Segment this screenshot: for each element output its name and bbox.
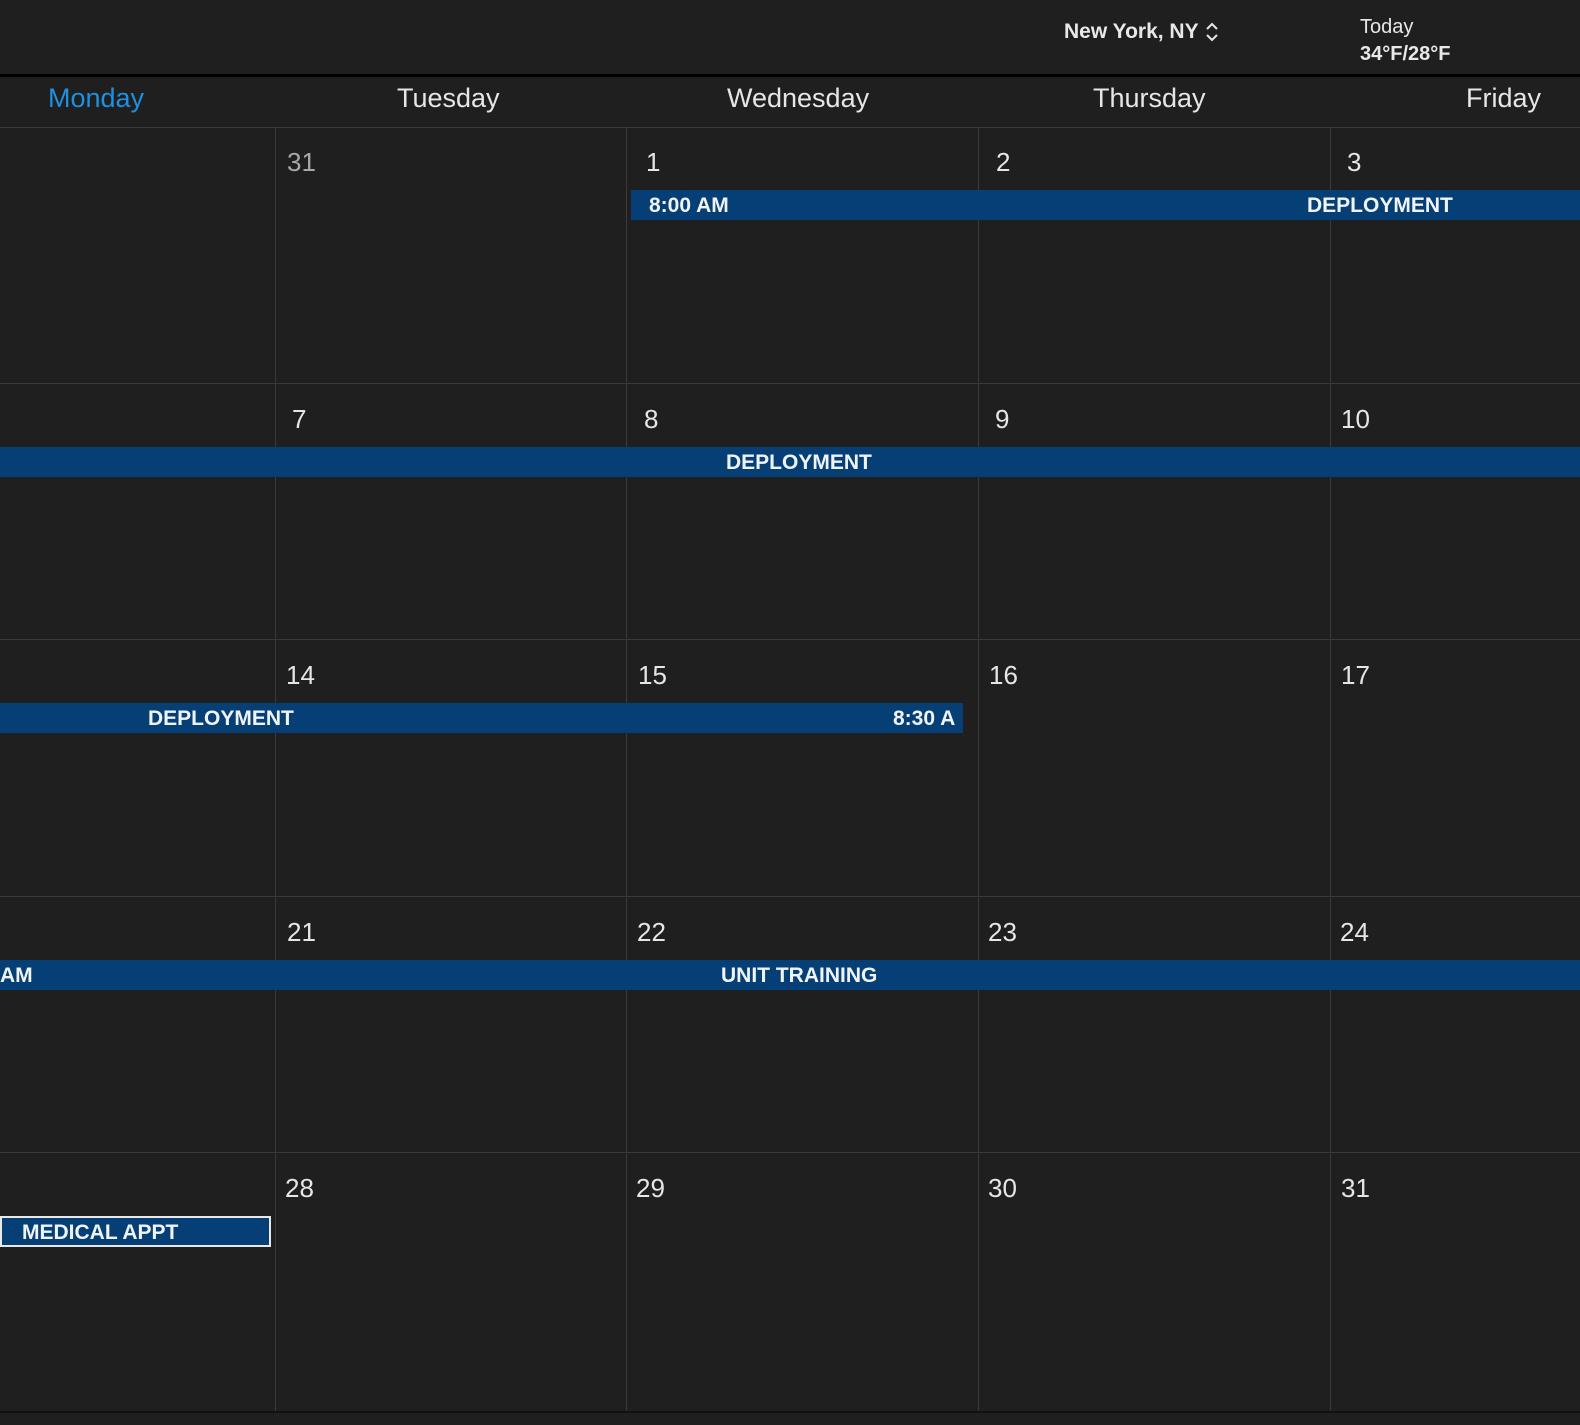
day-number[interactable]: 28 <box>285 1173 314 1204</box>
day-number[interactable]: 29 <box>636 1173 665 1204</box>
event-time: AM <box>0 964 33 987</box>
event-time: 8:30 A <box>893 707 956 730</box>
up-down-chevron-icon <box>1205 22 1218 42</box>
event-title: MEDICAL APPT <box>22 1221 179 1244</box>
grid-row-divider <box>0 383 1580 384</box>
location-selector[interactable]: New York, NY <box>1064 20 1219 44</box>
weekday-header-row: Monday Tuesday Wednesday Thursday Friday <box>0 77 1580 128</box>
weekday-header-monday: Monday <box>48 83 145 113</box>
weather-day-label: Today <box>1360 16 1414 38</box>
event-unit-training[interactable]: AM UNIT TRAINING <box>0 960 1580 990</box>
day-number[interactable]: 16 <box>989 660 1018 691</box>
day-number[interactable]: 22 <box>637 917 666 948</box>
weather-forecast: Today 34°F/28°F <box>1360 14 1450 68</box>
weekday-header-wednesday: Wednesday <box>727 83 870 113</box>
weekday-header-thursday: Thursday <box>1093 83 1206 113</box>
day-number[interactable]: 1 <box>646 147 660 178</box>
day-number[interactable]: 17 <box>1341 660 1370 691</box>
day-number[interactable]: 31 <box>287 147 316 178</box>
calendar-toolbar: New York, NY Today 34°F/28°F <box>0 0 1580 77</box>
day-number[interactable]: 14 <box>286 660 315 691</box>
day-number[interactable]: 31 <box>1341 1173 1370 1204</box>
calendar-month-view: New York, NY Today 34°F/28°F Monday Tues… <box>0 0 1580 1425</box>
day-number[interactable]: 8 <box>644 404 658 435</box>
grid-row-divider <box>0 896 1580 897</box>
event-title: UNIT TRAINING <box>721 964 878 987</box>
weather-temperature: 34°F/28°F <box>1360 43 1451 65</box>
event-title: DEPLOYMENT <box>726 451 872 474</box>
day-number[interactable]: 23 <box>988 917 1017 948</box>
day-number[interactable]: 24 <box>1340 917 1369 948</box>
location-label: New York, NY <box>1064 20 1199 43</box>
day-number[interactable]: 15 <box>638 660 667 691</box>
weekday-header-friday: Friday <box>1466 83 1542 113</box>
day-number[interactable]: 30 <box>988 1173 1017 1204</box>
grid-row-divider <box>0 1152 1580 1153</box>
event-deployment[interactable]: DEPLOYMENT <box>0 447 1580 477</box>
grid-row-divider <box>0 639 1580 640</box>
grid-column-divider <box>275 127 276 1412</box>
event-deployment[interactable]: DEPLOYMENT 8:30 A <box>0 703 963 733</box>
day-number[interactable]: 9 <box>995 404 1009 435</box>
day-number[interactable]: 2 <box>996 147 1010 178</box>
weekday-header-tuesday: Tuesday <box>397 83 500 113</box>
event-title: DEPLOYMENT <box>1307 194 1453 217</box>
grid-column-divider <box>626 127 627 1412</box>
day-number[interactable]: 21 <box>287 917 316 948</box>
event-title: DEPLOYMENT <box>148 707 294 730</box>
event-medical-appt[interactable]: MEDICAL APPT <box>0 1216 271 1247</box>
event-deployment[interactable]: 8:00 AM DEPLOYMENT <box>631 190 1580 220</box>
grid-bottom-border <box>0 1411 1580 1413</box>
grid-column-divider <box>978 127 979 1412</box>
day-number[interactable]: 3 <box>1347 147 1361 178</box>
grid-column-divider <box>1330 127 1331 1412</box>
day-number[interactable]: 7 <box>292 404 306 435</box>
day-number[interactable]: 10 <box>1341 404 1370 435</box>
event-time: 8:00 AM <box>649 194 729 217</box>
